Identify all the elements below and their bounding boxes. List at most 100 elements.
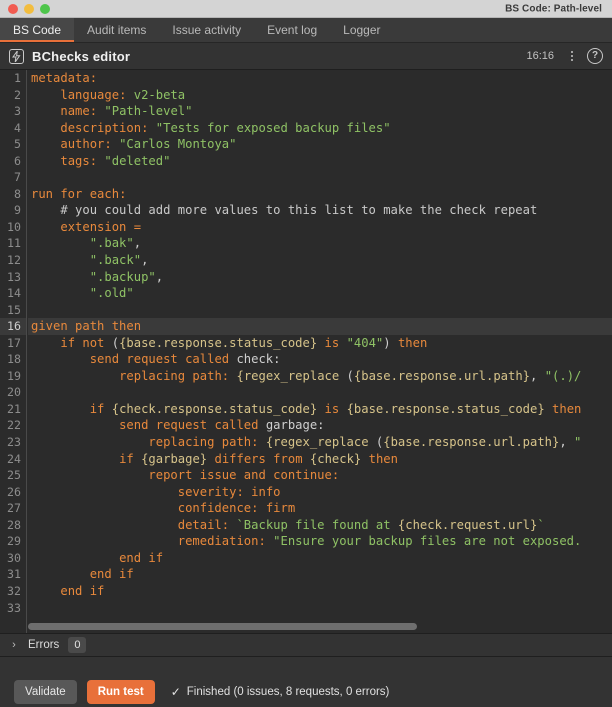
tab-label: Issue activity — [172, 23, 241, 37]
code-token: : — [90, 71, 97, 85]
code-line[interactable]: tags: "deleted" — [28, 153, 612, 170]
code-editor[interactable]: 1234567891011121314151617181920212223242… — [0, 70, 612, 633]
code-token: end if — [60, 584, 104, 598]
code-line[interactable]: send request called garbage: — [28, 417, 612, 434]
code-token: "404" — [347, 336, 384, 350]
code-line[interactable]: metadata: — [28, 70, 612, 87]
tab-audit-items[interactable]: Audit items — [74, 18, 159, 42]
code-line[interactable]: if {check.response.status_code} is {base… — [28, 401, 612, 418]
tab-bs-code[interactable]: BS Code — [0, 18, 74, 42]
code-line[interactable]: end if — [28, 550, 612, 567]
code-token: ( — [369, 435, 384, 449]
code-token: is — [325, 402, 340, 416]
code-line[interactable]: detail: `Backup file found at {check.req… — [28, 517, 612, 534]
line-number: 13 — [0, 269, 26, 286]
line-number: 26 — [0, 484, 26, 501]
code-line[interactable] — [28, 169, 612, 186]
close-window-button[interactable] — [8, 4, 18, 14]
code-token: `Backup file found at — [236, 518, 397, 532]
line-number: 14 — [0, 285, 26, 302]
code-token: {garbage} — [141, 452, 207, 466]
code-line[interactable]: end if — [28, 583, 612, 600]
errors-count-badge: 0 — [68, 637, 86, 653]
code-token: {check.request.url} — [398, 518, 537, 532]
code-line[interactable]: report issue and continue: — [28, 467, 612, 484]
check-icon: ✓ — [171, 685, 181, 699]
code-token — [31, 501, 178, 515]
code-token: differs from — [214, 452, 302, 466]
code-token: : — [222, 518, 237, 532]
zoom-window-button[interactable] — [40, 4, 50, 14]
line-number: 25 — [0, 467, 26, 484]
code-token — [545, 402, 552, 416]
code-line[interactable]: description: "Tests for exposed backup f… — [28, 120, 612, 137]
code-line[interactable]: ".backup", — [28, 269, 612, 286]
validate-button[interactable]: Validate — [14, 680, 77, 704]
code-token: : — [251, 435, 266, 449]
code-line[interactable] — [28, 384, 612, 401]
code-token: ` — [537, 518, 544, 532]
code-token: ".old" — [90, 286, 134, 300]
code-token — [31, 352, 90, 366]
code-token — [303, 452, 310, 466]
test-status: ✓ Finished (0 issues, 8 requests, 0 erro… — [171, 685, 390, 699]
code-line[interactable]: if {garbage} differs from {check} then — [28, 451, 612, 468]
code-token: {base.response.url.path} — [354, 369, 530, 383]
code-token: tags — [60, 154, 89, 168]
code-line[interactable]: ".back", — [28, 252, 612, 269]
code-line[interactable]: end if — [28, 566, 612, 583]
code-token — [31, 270, 90, 284]
code-line[interactable]: if not ({base.response.status_code} is "… — [28, 335, 612, 352]
code-line[interactable]: ".bak", — [28, 235, 612, 252]
code-line[interactable]: run for each: — [28, 186, 612, 203]
chevron-right-icon[interactable]: › — [9, 639, 19, 651]
code-token — [31, 485, 178, 499]
code-token: if — [119, 452, 134, 466]
kebab-menu-icon[interactable] — [565, 51, 579, 61]
tab-logger[interactable]: Logger — [330, 18, 393, 42]
code-token — [31, 402, 90, 416]
code-line[interactable]: extension = — [28, 219, 612, 236]
code-token: check: — [229, 352, 280, 366]
code-line[interactable]: send request called check: — [28, 351, 612, 368]
code-token: {regex_replace — [266, 435, 369, 449]
help-circle-icon[interactable]: ? — [587, 48, 603, 64]
code-token: {regex_replace — [236, 369, 339, 383]
code-line[interactable]: confidence: firm — [28, 500, 612, 517]
window-title-bar: BS Code: Path-level — [0, 0, 612, 18]
clock-label: 16:16 — [526, 50, 554, 62]
code-token: : — [222, 369, 237, 383]
code-line[interactable]: # you could add more values to this list… — [28, 202, 612, 219]
run-test-button[interactable]: Run test — [87, 680, 155, 704]
code-token: , — [156, 270, 163, 284]
code-content[interactable]: metadata: language: v2-beta name: "Path-… — [28, 70, 612, 633]
code-line[interactable]: language: v2-beta — [28, 87, 612, 104]
code-token — [31, 203, 60, 217]
code-token — [317, 336, 324, 350]
code-line[interactable]: given path then — [28, 318, 612, 335]
code-token: {check} — [310, 452, 361, 466]
code-token: ".back" — [90, 253, 141, 267]
code-line[interactable]: name: "Path-level" — [28, 103, 612, 120]
tab-issue-activity[interactable]: Issue activity — [159, 18, 254, 42]
line-number: 3 — [0, 103, 26, 120]
code-token: ".bak" — [90, 236, 134, 250]
horizontal-scrollbar[interactable] — [28, 623, 584, 630]
code-line[interactable]: remediation: "Ensure your backup files a… — [28, 533, 612, 550]
code-line[interactable]: severity: info — [28, 484, 612, 501]
line-number: 31 — [0, 566, 26, 583]
scrollbar-thumb[interactable] — [28, 623, 417, 630]
code-token: end if — [90, 567, 134, 581]
code-token: : — [258, 534, 273, 548]
code-line[interactable]: replacing path: {regex_replace ({base.re… — [28, 434, 612, 451]
code-line[interactable]: replacing path: {regex_replace ({base.re… — [28, 368, 612, 385]
code-token: is — [325, 336, 340, 350]
code-line[interactable]: author: "Carlos Montoya" — [28, 136, 612, 153]
code-line[interactable] — [28, 600, 612, 617]
code-line[interactable] — [28, 302, 612, 319]
code-line[interactable]: ".old" — [28, 285, 612, 302]
tab-event-log[interactable]: Event log — [254, 18, 330, 42]
code-token — [31, 551, 119, 565]
errors-bar[interactable]: › Errors 0 — [0, 633, 612, 657]
minimize-window-button[interactable] — [24, 4, 34, 14]
